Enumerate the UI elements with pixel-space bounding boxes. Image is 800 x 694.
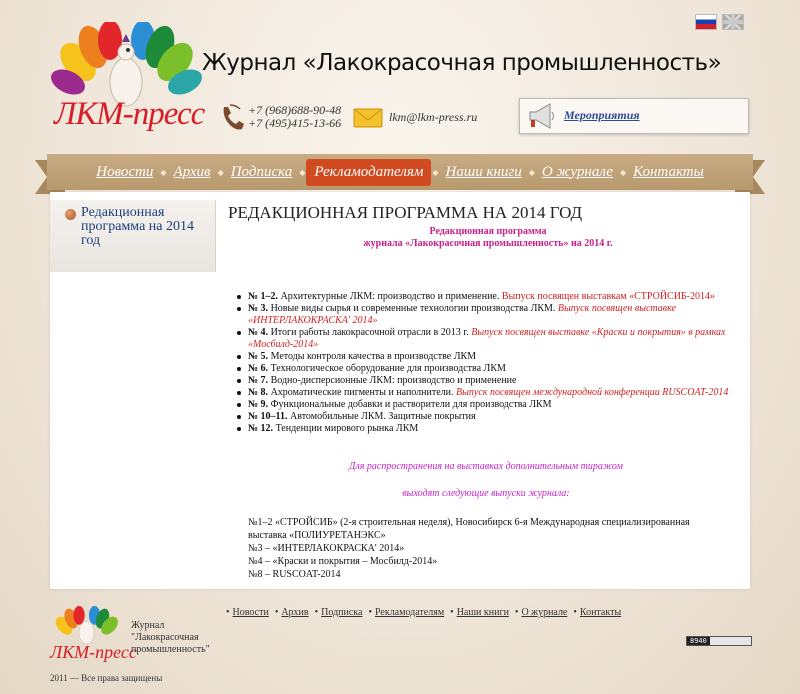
footer-nav-separator: •: [226, 607, 230, 618]
issue-text: Функциональные добавки и растворители дл…: [268, 399, 552, 410]
footer-logo-text[interactable]: ЛКМ-пресс: [50, 642, 137, 663]
events-box: Мероприятия: [519, 98, 749, 134]
nav-separator: ◆: [299, 167, 306, 177]
counter-value: 8940: [687, 637, 710, 645]
issue-text: Водно-дисперсионные ЛКМ: производство и …: [268, 375, 517, 386]
nav-item-news[interactable]: Новости: [90, 160, 159, 185]
language-switcher: [695, 14, 744, 30]
issue-number: № 5.: [248, 351, 269, 362]
subheading: Редакционная программа: [429, 226, 547, 237]
nav-separator: ◆: [528, 167, 535, 177]
mail-icon: [353, 108, 383, 128]
footer-journal-name: Журнал "Лакокрасочная промышленность": [131, 620, 210, 656]
subheading: журнала «Лакокрасочная промышленность» н…: [363, 238, 613, 249]
footer-nav-contacts[interactable]: Контакты: [580, 607, 621, 618]
extra-issues-list: №1–2 «СТРОЙСИБ» (2-я строительная неделя…: [248, 516, 728, 581]
issue-text: Технологическое оборудование для произво…: [268, 363, 506, 374]
phone-icon: [223, 104, 244, 130]
events-link[interactable]: Мероприятия: [564, 108, 640, 123]
issue-text: Ахроматические пигменты и наполнители.: [268, 387, 457, 398]
issue-number: № 10–11.: [248, 411, 288, 422]
main-nav: Новости ◆ Архив ◆ Подписка ◆ Рекламодате…: [35, 157, 765, 187]
issue-number: № 12.: [248, 423, 274, 434]
issue-number: № 3.: [248, 303, 269, 314]
issue-number: № 8.: [248, 387, 269, 398]
list-item: № 6. Технологическое оборудование для пр…: [236, 363, 746, 375]
issue-note: Выпуск посвящен международной конференци…: [456, 387, 729, 398]
footer-nav-about[interactable]: О журнале: [521, 607, 567, 618]
list-item: № 4. Итоги работы лакокрасочной отрасли …: [236, 327, 746, 351]
list-item: № 8. Ахроматические пигменты и наполните…: [236, 387, 746, 399]
issue-number: № 1–2.: [248, 291, 279, 302]
bullet-icon: [65, 209, 76, 220]
nav-separator: ◆: [160, 167, 167, 177]
footer-nav-books[interactable]: Наши книги: [457, 607, 509, 618]
list-item: №4 – «Краски и покрытия – Мосбилд-2014»: [248, 556, 438, 567]
footer-nav-separator: •: [573, 607, 577, 618]
list-item: № 7. Водно-дисперсионные ЛКМ: производст…: [236, 375, 746, 387]
footer-journal-line: Журнал: [131, 620, 165, 631]
issue-note: Выпуск посвящен выставкам «СТРОЙСИБ-2014…: [501, 291, 716, 302]
logo-text[interactable]: ЛКМ-пресс: [54, 96, 205, 133]
issue-text: Автомобильные ЛКМ. Защитные покрытия: [287, 411, 476, 422]
copyright: 2011 — Все права защищены: [50, 673, 163, 683]
distribution-note: выходят следующие выпуски журнала:: [402, 488, 570, 499]
uk-flag-icon[interactable]: [722, 14, 744, 30]
footer-journal-line: "Лакокрасочная: [131, 632, 199, 643]
issue-text: Архитектурные ЛКМ: производство и примен…: [278, 291, 502, 302]
footer-nav: • Новости • Архив • Подписка • Рекламодателя…: [226, 607, 627, 618]
main-heading: РЕДАКЦИОННАЯ ПРОГРАММА НА 2014 ГОД: [228, 203, 583, 222]
footer-nav-separator: •: [314, 607, 319, 618]
email-link[interactable]: lkm@lkm-press.ru: [389, 110, 477, 125]
list-item: №3 – «ИНТЕРЛАКОКРАСКА' 2014»: [248, 543, 405, 554]
issue-list: № 1–2. Архитектурные ЛКМ: производство и…: [236, 291, 746, 435]
distribution-note: Для распространения на выставках дополни…: [349, 461, 623, 472]
list-item: № 1–2. Архитектурные ЛКМ: производство и…: [236, 291, 746, 303]
footer-nav-separator: •: [514, 607, 519, 618]
footer-nav-archive[interactable]: Архив: [281, 607, 308, 618]
nav-separator: ◆: [432, 167, 439, 177]
list-item: №1–2 «СТРОЙСИБ» (2-я строительная неделя…: [248, 517, 690, 541]
nav-separator: ◆: [217, 167, 224, 177]
page-title: Журнал «Лакокрасочная промышленность»: [202, 50, 722, 76]
megaphone-icon: [529, 103, 554, 129]
list-item: № 12. Тенденции мирового рынка ЛКМ: [236, 423, 746, 435]
phone-numbers: +7 (968)688-90-48 +7 (495)415-13-66: [248, 104, 341, 130]
issue-text: Новые виды сырья и современные технологи…: [268, 303, 558, 314]
list-item: № 3. Новые виды сырья и современные техн…: [236, 303, 746, 327]
issue-text: Тенденции мирового рынка ЛКМ: [273, 423, 419, 434]
footer-nav-subscription[interactable]: Подписка: [321, 607, 362, 618]
footer-nav-separator: •: [274, 607, 279, 618]
russian-flag-icon[interactable]: [695, 14, 717, 30]
nav-item-advertisers[interactable]: Рекламодателям: [306, 158, 432, 186]
nav-separator: ◆: [619, 167, 627, 177]
footer-nav-separator: •: [368, 607, 372, 618]
visit-counter[interactable]: 8940: [686, 636, 752, 646]
footer-nav-news[interactable]: Новости: [233, 607, 269, 618]
issue-text: Методы контроля качества в производстве …: [268, 351, 477, 362]
nav-item-contacts[interactable]: Контакты: [627, 160, 710, 185]
nav-item-archive[interactable]: Архив: [168, 160, 217, 185]
nav-item-about[interactable]: О журнале: [536, 160, 619, 185]
nav-item-subscription[interactable]: Подписка: [225, 160, 299, 185]
list-item: №8 – RUSCOAT-2014: [248, 569, 341, 580]
issue-number: № 4.: [248, 327, 269, 338]
list-item: № 10–11. Автомобильные ЛКМ. Защитные пок…: [236, 411, 746, 423]
footer-nav-separator: •: [450, 607, 454, 618]
nav-item-books[interactable]: Наши книги: [440, 160, 528, 185]
sidebar-item-editorial-program[interactable]: Редакционная программа на 2014 год: [81, 206, 211, 248]
footer-journal-line: промышленность": [131, 644, 210, 655]
issue-number: № 7.: [248, 375, 269, 386]
footer-nav-advertisers[interactable]: Рекламодателям: [375, 607, 444, 618]
list-item: № 9. Функциональные добавки и растворите…: [236, 399, 746, 411]
issue-number: № 9.: [248, 399, 269, 410]
issue-text: Итоги работы лакокрасочной отрасли в 201…: [268, 327, 472, 338]
list-item: № 5. Методы контроля качества в производ…: [236, 351, 746, 363]
phone-number: +7 (495)415-13-66: [248, 116, 342, 130]
issue-number: № 6.: [248, 363, 269, 374]
